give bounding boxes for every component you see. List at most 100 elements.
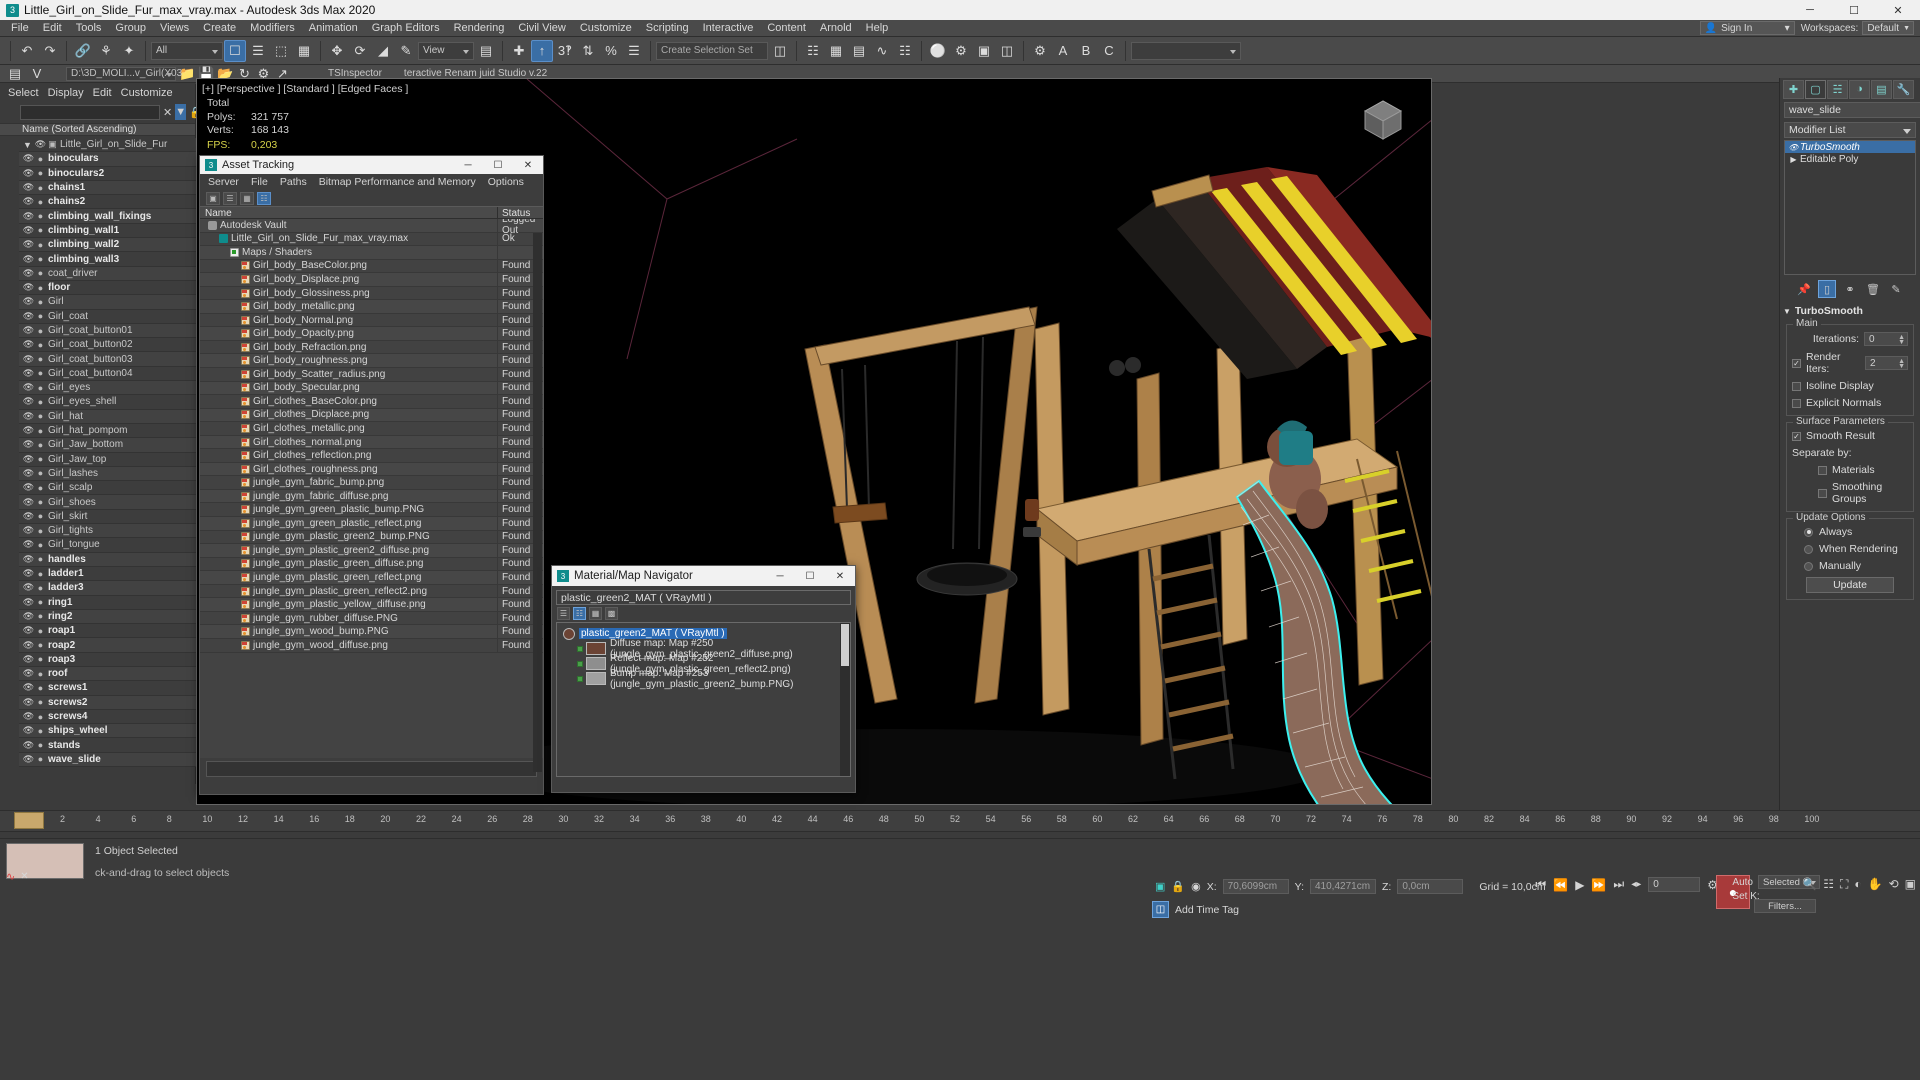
eye-icon[interactable]: 👁 — [22, 225, 35, 236]
asset-table-body[interactable]: Autodesk Vault Logged Out Little_Girl_on_S… — [200, 219, 543, 758]
at-menu-paths[interactable]: Paths — [280, 176, 307, 188]
eye-icon[interactable]: 👁 — [22, 711, 35, 722]
viewport-label[interactable]: [+] [Perspective ] [Standard ] [Edged Fa… — [202, 83, 408, 95]
explorer-item-girl_skirt[interactable]: 👁 ● Girl_skirt — [19, 509, 196, 525]
object-name-input[interactable] — [1784, 102, 1920, 118]
render-iters-spinner[interactable]: 2 ▲ ▼ — [1865, 356, 1908, 370]
eye-icon[interactable]: 👁 — [22, 511, 35, 522]
freeze-dot-icon[interactable]: ● — [35, 712, 46, 722]
eye-icon[interactable]: 👁 — [22, 153, 35, 164]
explorer-item-climbing_wall1[interactable]: 👁 ● climbing_wall1 — [19, 223, 196, 239]
letter-c-icon[interactable]: C — [1098, 40, 1120, 62]
explorer-item-girl_coat_button02[interactable]: 👁 ● Girl_coat_button02 — [19, 338, 196, 353]
snaps-toggle-icon[interactable]: ✚ — [508, 40, 530, 62]
freeze-dot-icon[interactable]: ● — [35, 654, 46, 664]
eye-icon[interactable]: 👁 — [22, 296, 35, 307]
explorer-item-girl_scalp[interactable]: 👁 ● Girl_scalp — [19, 481, 196, 496]
freeze-dot-icon[interactable]: ● — [35, 597, 46, 607]
mm-tree[interactable]: plastic_green2_MAT ( VRayMtl ) Diffuse ma… — [556, 622, 851, 777]
asset-row[interactable]: Girl_body_roughness.png Found — [200, 354, 543, 369]
maximize-viewport-icon[interactable]: ▣ — [1905, 877, 1916, 892]
eye-icon[interactable]: 👁 — [34, 139, 47, 150]
select-object-icon[interactable]: ☐ — [224, 39, 246, 62]
explorer-item-girl_hat[interactable]: 👁 ● Girl_hat — [19, 409, 196, 424]
freeze-dot-icon[interactable]: ● — [35, 411, 46, 421]
eye-icon[interactable]: 👁 — [22, 482, 35, 493]
modifier-stack-item[interactable]: ▶ Editable Poly — [1785, 153, 1915, 165]
asset-row[interactable]: Girl_body_Refraction.png Found — [200, 340, 543, 355]
menu-item-create[interactable]: Create — [196, 20, 243, 37]
schematic-view-icon[interactable]: ☷ — [894, 40, 916, 62]
eye-icon[interactable]: 👁 — [22, 368, 35, 379]
freeze-dot-icon[interactable]: ● — [35, 669, 46, 679]
explorer-item-chains1[interactable]: 👁 ● chains1 — [19, 180, 196, 196]
quad-menu-icon[interactable]: ▤ — [6, 66, 24, 81]
mm-current-material-field[interactable]: plastic_green2_MAT ( VRayMtl ) — [556, 590, 851, 605]
explorer-item-girl_coat[interactable]: 👁 ● Girl_coat — [19, 309, 196, 324]
layer-manager-icon[interactable]: ▦ — [825, 40, 847, 62]
time-tag-icon[interactable]: ◫ — [1152, 901, 1169, 918]
eye-icon[interactable]: 👁 — [22, 339, 35, 350]
smoothing-groups-row[interactable]: Smoothing Groups — [1792, 481, 1908, 505]
make-unique-icon[interactable]: ⚭ — [1841, 280, 1859, 298]
filters-button[interactable]: Filters... — [1754, 899, 1816, 913]
lock-selection-icon[interactable]: 🔒 — [1171, 880, 1185, 893]
freeze-dot-icon[interactable]: ● — [35, 268, 46, 278]
explorer-item-roof[interactable]: 👁 ● roof — [19, 666, 196, 682]
select-and-move-icon[interactable]: ✥ — [326, 40, 348, 62]
column-header-name[interactable]: Name — [200, 207, 498, 219]
eye-icon[interactable]: 👁 — [22, 611, 35, 622]
explorer-item-ring1[interactable]: 👁 ● ring1 — [19, 595, 196, 610]
explorer-item-climbing_wall3[interactable]: 👁 ● climbing_wall3 — [19, 252, 196, 267]
previous-frame-icon[interactable]: ⏪ — [1553, 878, 1568, 892]
add-time-tag-row[interactable]: ◫ Add Time Tag — [1152, 901, 1239, 918]
freeze-dot-icon[interactable]: ● — [35, 426, 46, 436]
asset-row[interactable]: Girl_body_Opacity.png Found — [200, 327, 543, 341]
show-end-result-icon[interactable]: ▯ — [1818, 280, 1836, 298]
selection-filter-select[interactable]: All — [151, 41, 223, 60]
freeze-dot-icon[interactable]: ● — [35, 468, 46, 478]
eye-icon[interactable]: 👁 — [1787, 143, 1800, 152]
zoom-all-icon[interactable]: ☷ — [1823, 877, 1834, 892]
freeze-dot-icon[interactable]: ● — [35, 154, 46, 164]
eye-icon[interactable]: 👁 — [22, 597, 35, 608]
explorer-item-coat_driver[interactable]: 👁 ● coat_driver — [19, 266, 196, 281]
configure-modifier-sets-icon[interactable]: ✎ — [1887, 280, 1905, 298]
freeze-dot-icon[interactable]: ● — [35, 440, 46, 450]
folder-icon[interactable]: 📁 — [179, 66, 195, 81]
column-header-status[interactable]: Status — [498, 207, 543, 219]
eye-icon[interactable]: 👁 — [22, 211, 35, 222]
sign-in-control[interactable]: 👤 Sign In ▾ — [1699, 21, 1795, 35]
menu-item-scripting[interactable]: Scripting — [639, 20, 696, 37]
asset-row[interactable]: Girl_clothes_normal.png Found — [200, 435, 543, 450]
letter-b-icon[interactable]: B — [1075, 40, 1097, 62]
manually-radio[interactable] — [1804, 561, 1813, 571]
explicit-normals-row[interactable]: Explicit Normals — [1792, 397, 1908, 409]
explorer-menu-customize[interactable]: Customize — [121, 87, 173, 99]
asset-row[interactable]: Girl_clothes_reflection.png Found — [200, 449, 543, 463]
freeze-dot-icon[interactable]: ● — [35, 397, 46, 407]
menu-item-help[interactable]: Help — [859, 20, 896, 37]
mirror-icon[interactable]: ◫ — [769, 40, 791, 62]
z-field[interactable]: 0,0cm — [1397, 879, 1464, 894]
freeze-dot-icon[interactable]: ● — [35, 283, 46, 293]
explorer-item-climbing_wall2[interactable]: 👁 ● climbing_wall2 — [19, 238, 196, 253]
explorer-item-girl_jaw_top[interactable]: 👁 ● Girl_Jaw_top — [19, 452, 196, 467]
eye-icon[interactable]: 👁 — [22, 182, 35, 193]
freeze-dot-icon[interactable]: ● — [35, 211, 46, 221]
remove-modifier-icon[interactable]: 🗑 — [1864, 280, 1882, 298]
mm-list-view-icon[interactable]: ☰ — [557, 607, 570, 620]
current-frame-field[interactable]: 0 — [1648, 877, 1701, 892]
go-to-start-icon[interactable]: ⏮ — [1535, 877, 1546, 892]
ribbon-toggle-icon[interactable]: ▤ — [848, 40, 870, 62]
explorer-item-binoculars2[interactable]: 👁 ● binoculars2 — [19, 166, 196, 181]
material-editor-icon[interactable]: ⚪ — [927, 40, 949, 62]
select-and-rotate-icon[interactable]: ⟳ — [349, 40, 371, 62]
explorer-item-chains2[interactable]: 👁 ● chains2 — [19, 195, 196, 210]
play-animation-icon[interactable]: ▶ — [1575, 878, 1584, 892]
explorer-item-girl_coat_button04[interactable]: 👁 ● Girl_coat_button04 — [19, 366, 196, 382]
explorer-item-screws4[interactable]: 👁 ● screws4 — [19, 709, 196, 725]
explorer-item-girl_shoes[interactable]: 👁 ● Girl_shoes — [19, 495, 196, 510]
freeze-dot-icon[interactable]: ● — [35, 454, 46, 464]
explorer-item-girl_tights[interactable]: 👁 ● Girl_tights — [19, 524, 196, 539]
